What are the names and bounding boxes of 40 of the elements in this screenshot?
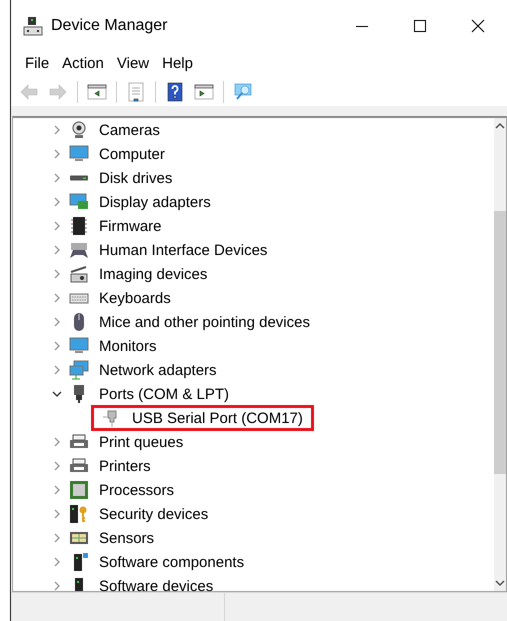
monitor-icon [69, 336, 89, 356]
tree-item[interactable]: Human Interface Devices [97, 240, 270, 260]
tree-item[interactable]: Imaging devices [97, 264, 210, 284]
tree-item[interactable]: Network adapters [97, 360, 219, 380]
tree-item[interactable]: Display adapters [97, 192, 213, 212]
tree-item[interactable]: Processors [97, 480, 176, 500]
tree-item[interactable]: USB Serial Port (COM17) [130, 408, 305, 428]
menu-item[interactable]: Action [62, 54, 113, 72]
tree-item[interactable]: Ports (COM & LPT) [97, 384, 232, 404]
app-icon [23, 16, 43, 36]
keyboard-gamepad-icon [69, 240, 89, 260]
menu-item[interactable]: View [116, 54, 158, 72]
tree-item[interactable]: Cameras [97, 120, 162, 140]
scroll-thumb[interactable] [494, 211, 506, 474]
tree-item[interactable]: Software devices [97, 576, 216, 591]
tree-item[interactable]: Printers [97, 456, 153, 476]
scroll-down-icon[interactable] [495, 578, 505, 588]
window-title: Device Manager [51, 17, 168, 35]
tree-item[interactable]: Firmware [97, 216, 164, 236]
tree-item[interactable]: Sensors [97, 528, 156, 548]
scrollbar[interactable] [494, 118, 506, 591]
menu-item[interactable]: File [25, 54, 58, 72]
tree-item[interactable]: Monitors [97, 336, 159, 356]
network-icon [69, 360, 89, 380]
tree-item[interactable]: Disk drives [97, 168, 174, 188]
tree-item[interactable]: Mice and other pointing devices [97, 312, 312, 332]
display-adapter-icon [69, 192, 89, 212]
tree-item[interactable]: Software components [97, 552, 246, 572]
monitor-icon [69, 144, 89, 164]
menu-item[interactable]: Help [162, 54, 202, 72]
scanner-icon [69, 264, 89, 284]
disk-drive-icon [69, 175, 89, 181]
processor-icon [69, 480, 89, 500]
tree-item[interactable]: Print queues [97, 432, 186, 452]
tree-item[interactable]: Security devices [97, 504, 210, 524]
chip-icon [69, 216, 89, 236]
tree-item[interactable]: Keyboards [97, 288, 173, 308]
key-icon [69, 504, 89, 524]
scroll-up-icon[interactable] [495, 121, 505, 131]
tree-item[interactable]: Computer [97, 144, 167, 164]
